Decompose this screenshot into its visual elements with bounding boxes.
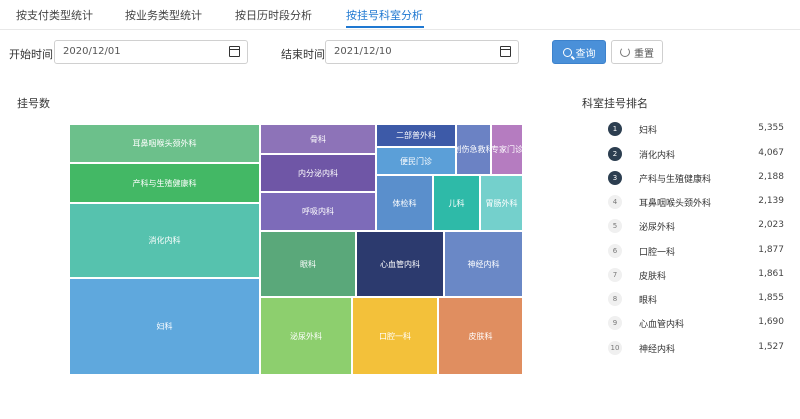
list-item: 5 泌尿外科 2,023 — [608, 218, 784, 234]
ranking-title: 科室挂号排名 — [582, 97, 648, 110]
reload-icon — [620, 47, 630, 57]
rank-badge: 7 — [608, 268, 622, 282]
treemap-cell[interactable]: 神经内科 — [444, 231, 523, 297]
list-item: 9 心血管内科 1,690 — [608, 315, 784, 331]
start-date-input[interactable]: 2020/12/01 — [54, 40, 248, 64]
rank-badge: 10 — [608, 341, 622, 355]
list-item: 1 妇科 5,355 — [608, 121, 784, 137]
treemap-cell[interactable]: 体检科 — [376, 175, 433, 231]
registration-count: 4,067 — [758, 148, 784, 158]
rank-badge: 8 — [608, 292, 622, 306]
treemap-cell[interactable]: 产科与生殖健康科 — [69, 163, 260, 203]
treemap-cell[interactable]: 心血管内科 — [356, 231, 444, 297]
treemap-cell[interactable]: 呼吸内科 — [260, 192, 376, 231]
tab-calendar-period[interactable]: 按日历时段分析 — [235, 7, 312, 23]
treemap-chart: 耳鼻咽喉头颈外科 产科与生殖健康科 消化内科 妇科 骨科 内分泌内科 呼吸内科 … — [69, 124, 523, 375]
rank-badge: 5 — [608, 219, 622, 233]
rank-badge: 9 — [608, 316, 622, 330]
treemap-cell[interactable]: 便民门诊 — [376, 147, 456, 175]
list-item: 2 消化内科 4,067 — [608, 146, 784, 162]
department-name: 消化内科 — [639, 151, 676, 161]
list-item: 4 耳鼻咽喉头颈外科 2,139 — [608, 194, 784, 210]
registration-count: 2,023 — [758, 220, 784, 230]
treemap-cell[interactable]: 胃肠外科 — [480, 175, 523, 231]
list-item: 10 神经内科 1,527 — [608, 340, 784, 356]
treemap-cell[interactable]: 专家门诊 — [491, 124, 523, 175]
rank-badge: 2 — [608, 147, 622, 161]
list-item: 7 皮肤科 1,861 — [608, 267, 784, 283]
list-item: 8 眼科 1,855 — [608, 291, 784, 307]
treemap-cell[interactable]: 皮肤科 — [438, 297, 523, 375]
registration-count: 1,861 — [758, 269, 784, 279]
start-time-label: 开始时间: — [9, 48, 57, 61]
reset-button[interactable]: 重置 — [611, 40, 663, 64]
department-name: 眼科 — [639, 296, 658, 306]
rank-badge: 4 — [608, 195, 622, 209]
start-date-value: 2020/12/01 — [63, 46, 121, 57]
treemap-cell[interactable]: 眼科 — [260, 231, 356, 297]
department-name: 耳鼻咽喉头颈外科 — [639, 199, 712, 209]
tab-payment-type[interactable]: 按支付类型统计 — [16, 7, 93, 23]
department-name: 妇科 — [639, 126, 658, 136]
calendar-icon[interactable] — [229, 46, 240, 57]
registration-count: 1,690 — [758, 317, 784, 327]
registration-count: 1,527 — [758, 342, 784, 352]
department-name: 口腔一科 — [639, 248, 676, 258]
department-name: 心血管内科 — [639, 320, 685, 330]
query-button-label: 查询 — [575, 48, 596, 60]
department-name: 泌尿外科 — [639, 223, 676, 233]
registration-count: 1,877 — [758, 245, 784, 255]
registration-count: 1,855 — [758, 293, 784, 303]
treemap-cell[interactable]: 二部普外科 — [376, 124, 456, 147]
treemap-cell[interactable]: 泌尿外科 — [260, 297, 352, 375]
treemap-cell[interactable]: 口腔一科 — [352, 297, 438, 375]
tab-bar: 按支付类型统计 按业务类型统计 按日历时段分析 按挂号科室分析 — [0, 0, 800, 30]
treemap-cell[interactable]: 耳鼻咽喉头颈外科 — [69, 124, 260, 163]
end-time-label: 结束时间: — [281, 48, 329, 61]
active-tab-indicator — [346, 26, 424, 28]
query-button[interactable]: 查询 — [552, 40, 606, 64]
treemap-cell[interactable]: 儿科 — [433, 175, 480, 231]
list-item: 6 口腔一科 1,877 — [608, 243, 784, 259]
registration-count: 2,188 — [758, 172, 784, 182]
rank-badge: 6 — [608, 244, 622, 258]
registration-count: 5,355 — [758, 123, 784, 133]
treemap-cell[interactable]: 骨科 — [260, 124, 376, 154]
rank-badge: 1 — [608, 122, 622, 136]
list-item: 3 产科与生殖健康科 2,188 — [608, 170, 784, 186]
reset-button-label: 重置 — [634, 48, 654, 60]
end-date-value: 2021/12/10 — [334, 46, 392, 57]
tab-department[interactable]: 按挂号科室分析 — [346, 7, 423, 23]
treemap-cell[interactable]: 创伤急救科 — [456, 124, 491, 175]
treemap-cell[interactable]: 消化内科 — [69, 203, 260, 278]
tab-business-type[interactable]: 按业务类型统计 — [125, 7, 202, 23]
rank-badge: 3 — [608, 171, 622, 185]
treemap-cell[interactable]: 妇科 — [69, 278, 260, 375]
department-name: 神经内科 — [639, 345, 676, 355]
treemap-title: 挂号数 — [17, 97, 50, 110]
treemap-cell[interactable]: 内分泌内科 — [260, 154, 376, 192]
calendar-icon[interactable] — [500, 46, 511, 57]
end-date-input[interactable]: 2021/12/10 — [325, 40, 519, 64]
department-name: 产科与生殖健康科 — [639, 175, 712, 185]
department-name: 皮肤科 — [639, 272, 667, 282]
search-icon — [562, 47, 572, 57]
registration-count: 2,139 — [758, 196, 784, 206]
